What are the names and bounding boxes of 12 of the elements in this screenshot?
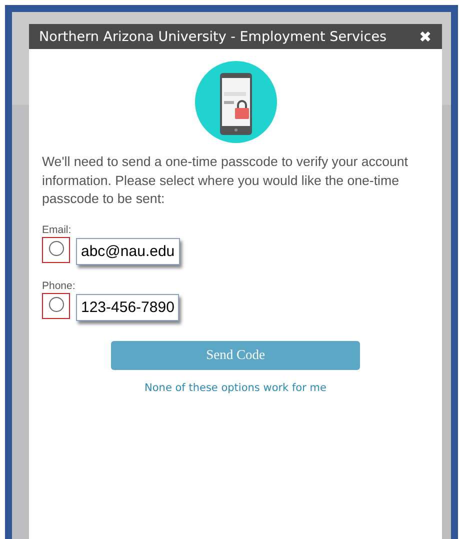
contact-field: abc@nau.edu: [76, 238, 180, 264]
dialog-title: Northern Arizona University - Employment Services: [39, 28, 387, 44]
contact-field: 123-456-7890: [76, 294, 180, 320]
field-label: Email:: [42, 224, 72, 234]
radio-button[interactable]: [48, 296, 64, 312]
send-code-button[interactable]: Send Code: [111, 340, 360, 370]
phone-lock-icon: [194, 61, 276, 143]
radio-button[interactable]: [48, 240, 64, 256]
close-button[interactable]: ✖: [419, 28, 432, 46]
field-label: Phone:: [42, 280, 76, 290]
help-link[interactable]: None of these options work for me: [144, 382, 326, 394]
instruction-text: We'll need to send a one-time passcode to verify your account information. Please select where you would like the one-time passcode to be sent:: [42, 153, 409, 208]
